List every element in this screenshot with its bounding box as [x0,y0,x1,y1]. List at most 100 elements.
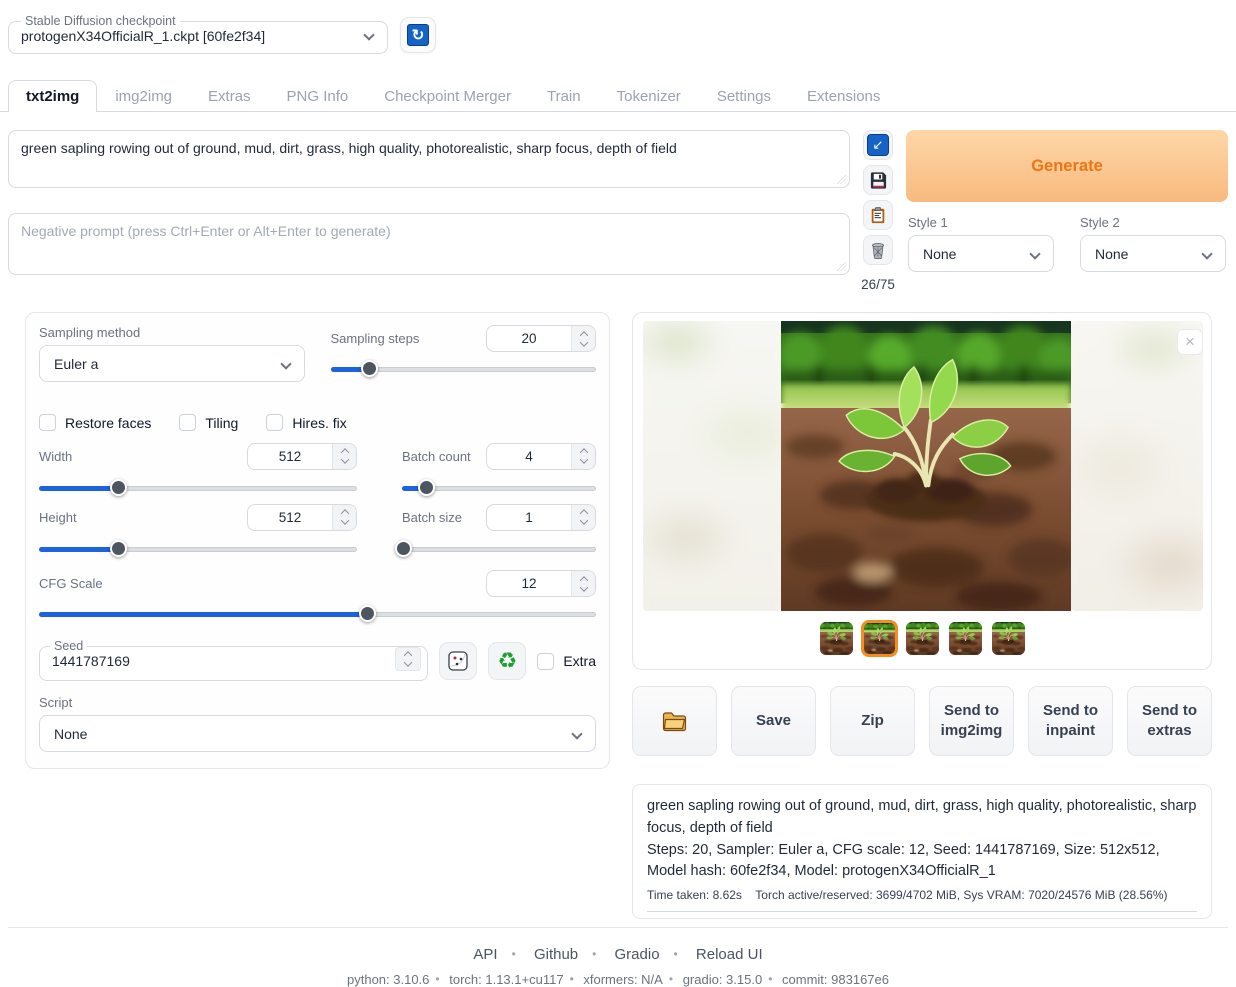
output-column: × [632,312,1212,919]
stepper[interactable] [332,505,356,530]
tab-img2img[interactable]: img2img [97,80,190,112]
cfg-scale-label: CFG Scale [39,576,103,591]
result-gallery: × [632,312,1212,670]
extra-seed-checkbox[interactable]: Extra [537,653,596,670]
chevron-down-icon [571,728,582,739]
clipboard-icon [869,206,887,225]
send-to-extras-button[interactable]: Send to extras [1127,686,1212,756]
width-slider[interactable] [39,479,357,497]
checkpoint-select[interactable]: protogenX34OfficialR_1.ckpt [60fe2f34] [21,24,377,48]
gallery-thumbnails [633,620,1211,657]
seed-input[interactable]: 1441787169 [40,649,427,673]
paste-generation-params-button[interactable]: ↙ [863,130,893,160]
stepper[interactable] [571,326,595,351]
cfg-scale-input[interactable]: 12 [486,570,596,597]
info-params-text: Steps: 20, Sampler: Euler a, CFG scale: … [647,840,1197,884]
tab-tokenizer[interactable]: Tokenizer [599,80,699,112]
floppy-disk-icon [869,171,888,190]
tab-txt2img[interactable]: txt2img [8,80,97,112]
vram-info: Torch active/reserved: 3699/4702 MiB, Sy… [755,888,1167,902]
width-input[interactable]: 512 [247,443,357,470]
sampling-method-value: Euler a [54,356,98,372]
clear-prompt-button[interactable] [863,235,893,265]
batch-size-slider[interactable] [402,540,596,558]
tab-train[interactable]: Train [529,80,599,112]
folder-icon [662,711,688,732]
chevron-down-icon [363,29,374,40]
prompt-input[interactable] [8,130,850,188]
chevron-down-icon [1201,248,1212,259]
save-button[interactable]: Save [731,686,816,756]
dice-icon [447,650,469,672]
checkpoint-field: Stable Diffusion checkpoint protogenX34O… [8,14,388,54]
github-link[interactable]: Github [534,946,578,963]
tab-settings[interactable]: Settings [699,80,789,112]
style2-select[interactable]: None [1080,235,1226,272]
zip-button[interactable]: Zip [830,686,915,756]
checkpoint-value: protogenX34OfficialR_1.ckpt [60fe2f34] [21,28,357,44]
tiling-checkbox[interactable]: Tiling [179,414,238,431]
batch-size-input[interactable]: 1 [486,504,596,531]
stepper[interactable] [571,505,595,530]
script-select[interactable]: None [39,715,596,752]
height-slider[interactable] [39,540,357,558]
tab-checkpoint-merger[interactable]: Checkpoint Merger [366,80,529,112]
api-link[interactable]: API [473,946,497,963]
thumbnail-5[interactable] [990,620,1027,657]
sampling-steps-slider[interactable] [331,360,597,378]
thumbnail-4[interactable] [947,620,984,657]
sampling-method-select[interactable]: Euler a [39,345,305,382]
tab-extras[interactable]: Extras [190,80,269,112]
seed-field: Seed 1441787169 [39,639,428,681]
negative-prompt-input[interactable] [8,213,850,275]
output-actions: Save Zip Send to img2img Send to inpaint… [632,686,1212,756]
gradio-link[interactable]: Gradio [615,946,660,963]
batch-count-slider[interactable] [402,479,596,497]
thumbnail-2-selected[interactable] [861,620,898,657]
refresh-checkpoints-button[interactable]: ↻ [400,17,436,53]
stepper[interactable] [571,571,595,596]
time-taken: Time taken: 8.62s [647,888,742,902]
stepper[interactable] [395,647,421,671]
chevron-down-icon [1029,248,1040,259]
stepper[interactable] [571,444,595,469]
tab-png-info[interactable]: PNG Info [269,80,367,112]
main-tabs: txt2img img2img Extras PNG Info Checkpoi… [8,80,1236,112]
gallery-blur-left [643,321,781,611]
script-value: None [54,726,87,742]
apply-style-button[interactable] [863,200,893,230]
restore-faces-checkbox[interactable]: Restore faces [39,414,151,431]
checkbox-box [39,414,56,431]
batch-count-input[interactable]: 4 [486,443,596,470]
cfg-scale-slider[interactable] [39,605,596,623]
refresh-icon: ↻ [407,24,429,46]
reuse-seed-button[interactable]: ♻ [488,642,526,680]
open-folder-button[interactable] [632,686,717,756]
generation-settings-panel: Sampling method Euler a Sampling steps 2… [25,312,610,769]
send-to-inpaint-button[interactable]: Send to inpaint [1028,686,1113,756]
thumbnail-3[interactable] [904,620,941,657]
reload-ui-link[interactable]: Reload UI [696,946,763,963]
height-input[interactable]: 512 [247,504,357,531]
hires-fix-checkbox[interactable]: Hires. fix [266,414,346,431]
checkpoint-label: Stable Diffusion checkpoint [21,14,180,28]
chevron-down-icon [280,358,291,369]
style1-select[interactable]: None [908,235,1054,272]
token-counter: 26/75 [861,277,895,292]
generated-image[interactable] [781,321,1071,611]
generate-button[interactable]: Generate [906,130,1228,202]
gallery-blur-right [1071,321,1203,611]
send-to-img2img-button[interactable]: Send to img2img [929,686,1014,756]
width-label: Width [39,449,72,464]
tab-extensions[interactable]: Extensions [789,80,898,112]
style2-value: None [1095,246,1128,262]
random-seed-button[interactable] [439,642,477,680]
style1-value: None [923,246,956,262]
thumbnail-1[interactable] [818,620,855,657]
sampling-steps-input[interactable]: 20 [486,325,596,352]
trash-icon [869,241,887,260]
save-style-button[interactable] [863,165,893,195]
footer: API• Github• Gradio• Reload UI python: 3… [8,928,1228,987]
close-gallery-button[interactable]: × [1177,329,1203,355]
stepper[interactable] [332,444,356,469]
